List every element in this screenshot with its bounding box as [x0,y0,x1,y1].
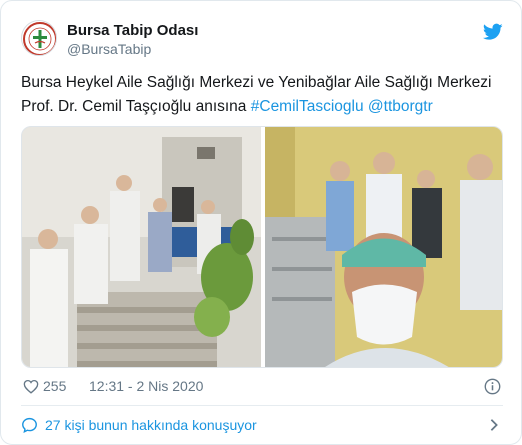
tweet-card: Bursa Tabip Odası @BursaTabip Bursa Heyk… [0,0,522,445]
tweet-header: Bursa Tabip Odası @BursaTabip [21,20,503,60]
twitter-bird-icon[interactable] [483,23,503,41]
tweet-meta: 255 12:31 - 2 Nis 2020 [21,377,503,397]
timestamp[interactable]: 12:31 - 2 Nis 2020 [89,378,203,394]
hashtag-link[interactable]: #CemilTascioglu [251,98,364,115]
comment-bubble-icon [22,417,37,433]
conversation-link[interactable]: 27 kişi bunun hakkında konuşuyor [21,415,503,437]
mention-link[interactable]: @ttborgtr [368,98,433,115]
like-count[interactable]: 255 [43,378,66,394]
bursa-tabip-odasi-logo [23,22,56,55]
chevron-right-icon[interactable] [489,418,499,432]
conversation-label[interactable]: 27 kişi bunun hakkında konuşuyor [45,417,257,433]
account-handle[interactable]: @BursaTabip [67,41,151,57]
display-name[interactable]: Bursa Tabip Odası [67,22,198,39]
info-icon[interactable] [484,378,501,395]
avatar[interactable] [21,20,57,56]
divider [21,405,503,406]
left-photo[interactable] [22,127,261,368]
media-grid[interactable] [21,126,503,368]
heart-icon[interactable] [23,379,39,394]
right-photo[interactable] [265,127,503,368]
tweet-text: Bursa Heykel Aile Sağlığı Merkezi ve Yen… [21,71,503,119]
